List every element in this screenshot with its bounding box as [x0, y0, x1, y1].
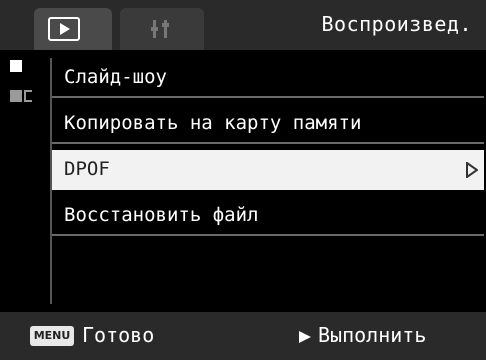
mode-title: Воспроизвед.	[321, 12, 472, 36]
page-indicator-other	[10, 90, 22, 102]
menu-item-label: Копировать на карту памяти	[64, 112, 362, 134]
page-indicator-bracket	[24, 90, 32, 102]
execute-label: Выполнить	[318, 323, 427, 347]
menu-item-copy-to-card[interactable]: Копировать на карту памяти	[52, 104, 484, 144]
header-bar: Воспроизвед.	[0, 0, 486, 50]
menu-list: Слайд-шоу Копировать на карту памяти DPO…	[50, 58, 484, 304]
right-arrow-icon	[299, 331, 311, 343]
footer-bar: MENU Готово Выполнить	[0, 312, 486, 360]
menu-item-slideshow[interactable]: Слайд-шоу	[52, 58, 484, 98]
menu-item-dpof[interactable]: DPOF	[52, 150, 484, 190]
menu-item-label: DPOF	[64, 158, 110, 180]
camera-menu-screen: Воспроизвед. Слайд-шоу Копировать на кар…	[0, 0, 486, 360]
menu-item-recover-file[interactable]: Восстановить файл	[52, 196, 484, 236]
page-indicator	[4, 60, 44, 110]
submenu-arrow-icon	[466, 162, 478, 178]
menu-key-icon: MENU	[30, 326, 74, 346]
page-indicator-current	[10, 60, 22, 72]
done-label: Готово	[82, 323, 155, 347]
menu-item-label: Восстановить файл	[64, 204, 259, 226]
tab-setup[interactable]	[120, 8, 204, 50]
tab-playback[interactable]	[34, 8, 112, 50]
menu-item-label: Слайд-шоу	[64, 66, 167, 88]
playback-icon	[48, 17, 80, 41]
setup-icon	[151, 20, 169, 38]
